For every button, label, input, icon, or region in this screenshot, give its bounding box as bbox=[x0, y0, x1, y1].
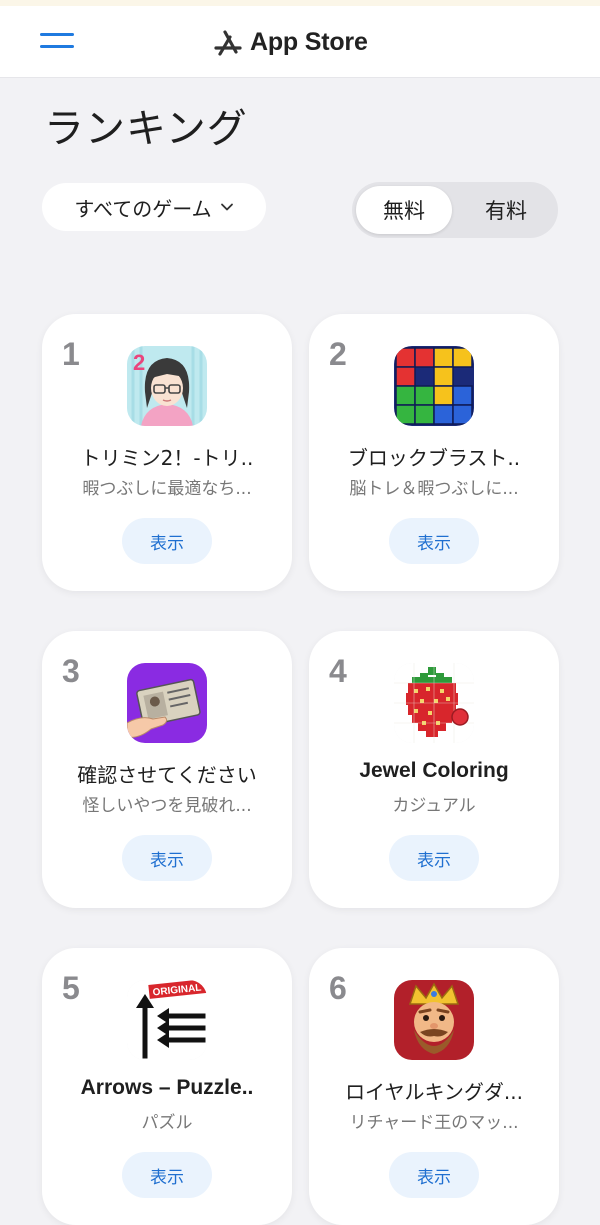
app-subtitle: カジュアル bbox=[392, 796, 476, 816]
arrows-icon: ORIGINAL bbox=[127, 980, 207, 1060]
app-subtitle: 脳トレ＆暇つぶしに... bbox=[349, 479, 519, 499]
app-card-1[interactable]: 1 2 トリミン2！-トリ.. 暇つぶしに最適なち... 表示 bbox=[42, 314, 292, 591]
view-button[interactable]: 表示 bbox=[122, 835, 212, 881]
rank-number: 1 bbox=[62, 336, 80, 372]
tab-paid[interactable]: 有料 bbox=[458, 186, 554, 234]
app-store-icon bbox=[214, 30, 242, 56]
rank-number: 3 bbox=[62, 653, 80, 689]
pixel-strawberry-icon bbox=[394, 663, 474, 743]
app-subtitle: 暇つぶしに最適なち... bbox=[82, 479, 252, 499]
app-name: ロイヤルキングダ... bbox=[345, 1080, 523, 1104]
rank-number: 4 bbox=[329, 653, 347, 689]
price-segmented-control: 無料 有料 bbox=[352, 182, 558, 238]
rank-number: 2 bbox=[329, 336, 347, 372]
category-label: すべてのゲーム bbox=[74, 196, 212, 221]
rank-number: 6 bbox=[329, 970, 347, 1006]
brand-title: App Store bbox=[250, 27, 368, 56]
app-subtitle: 怪しいやつを見破れ... bbox=[82, 796, 252, 816]
app-name: ブロックブラスト.. bbox=[347, 446, 521, 470]
svg-text:2: 2 bbox=[133, 350, 145, 375]
view-button[interactable]: 表示 bbox=[389, 518, 479, 564]
app-card-4[interactable]: 4 Jewel Coloring カジュアル 表示 bbox=[309, 631, 559, 908]
chevron-down-icon bbox=[220, 203, 233, 211]
rank-number: 5 bbox=[62, 970, 80, 1006]
app-subtitle: パズル bbox=[141, 1113, 193, 1133]
view-button[interactable]: 表示 bbox=[122, 1152, 212, 1198]
app-card-3[interactable]: 3 確認させてください 怪しいやつを見破れ... 表示 bbox=[42, 631, 292, 908]
app-name: Arrows – Puzzle.. bbox=[80, 1076, 254, 1099]
id-card-icon bbox=[127, 663, 207, 743]
block-puzzle-icon bbox=[394, 346, 474, 426]
king-icon bbox=[394, 980, 474, 1060]
app-card-5[interactable]: 5 ORIGINAL Arrows – Puzzle.. パズル 表示 bbox=[42, 948, 292, 1225]
app-name: Jewel Coloring bbox=[359, 759, 509, 782]
view-button[interactable]: 表示 bbox=[122, 518, 212, 564]
app-card-2[interactable]: 2 ブロックブラスト.. 脳トレ＆暇つぶしに... 表示 bbox=[309, 314, 559, 591]
view-button[interactable]: 表示 bbox=[389, 835, 479, 881]
tab-free[interactable]: 無料 bbox=[356, 186, 452, 234]
app-card-6[interactable]: 6 ロイヤルキングダ... リチャード王のマッ... 表示 bbox=[309, 948, 559, 1225]
page-title: ランキング bbox=[44, 106, 248, 152]
hamburger-menu-icon[interactable] bbox=[40, 31, 76, 55]
app-header: App Store bbox=[0, 6, 600, 78]
brand[interactable]: App Store bbox=[212, 26, 368, 58]
app-name: トリミン2！-トリ.. bbox=[80, 446, 254, 470]
view-button[interactable]: 表示 bbox=[389, 1152, 479, 1198]
category-dropdown[interactable]: すべてのゲーム bbox=[42, 183, 266, 231]
app-subtitle: リチャード王のマッ... bbox=[349, 1113, 519, 1133]
app-name: 確認させてください bbox=[77, 763, 257, 787]
anime-girl-icon: 2 bbox=[127, 346, 207, 426]
